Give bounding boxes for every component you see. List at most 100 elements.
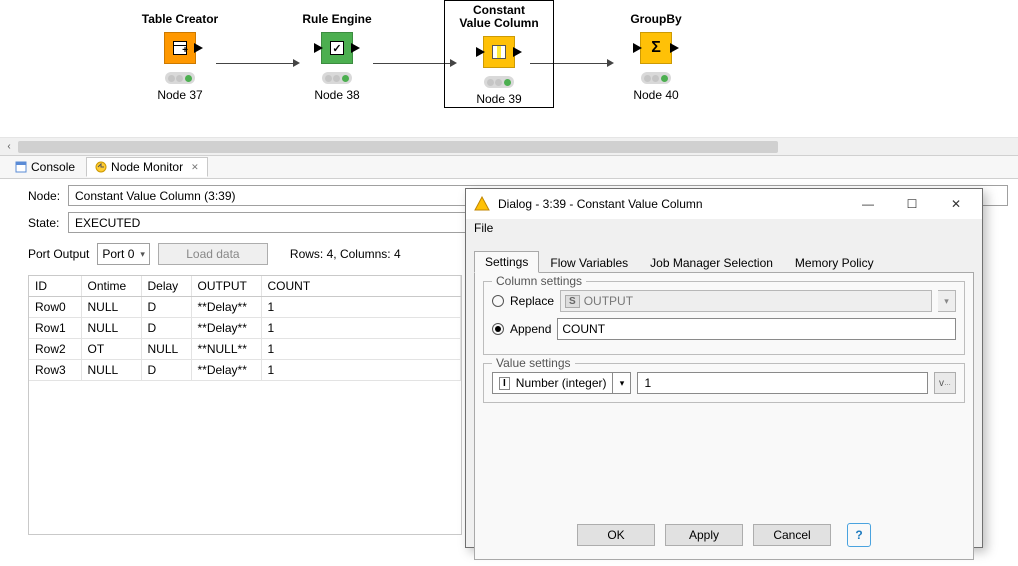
output-port[interactable] xyxy=(670,43,679,53)
table-row[interactable]: Row1NULLD**Delay**1 xyxy=(29,318,461,339)
append-label: Append xyxy=(510,322,551,336)
help-button[interactable]: ? xyxy=(847,523,871,547)
column-header[interactable]: Delay xyxy=(141,276,191,297)
table-cell: 1 xyxy=(261,297,461,318)
dialog-window: Dialog - 3:39 - Constant Value Column — … xyxy=(465,188,983,548)
dialog-menu-bar: File xyxy=(466,219,982,241)
maximize-button[interactable]: ☐ xyxy=(894,193,930,215)
column-header[interactable]: Ontime xyxy=(81,276,141,297)
append-radio[interactable] xyxy=(492,323,504,335)
scrollbar-thumb[interactable] xyxy=(18,141,778,153)
node-table-creator[interactable]: Table Creator + Node 37 xyxy=(120,12,240,102)
table-cell: **Delay** xyxy=(191,297,261,318)
node-rule-engine[interactable]: Rule Engine ✓ Node 38 xyxy=(277,12,397,102)
dialog-tab-bar: Settings Flow Variables Job Manager Sele… xyxy=(474,249,974,273)
node-id: Node 38 xyxy=(277,88,397,102)
table-row[interactable]: Row0NULLD**Delay**1 xyxy=(29,297,461,318)
table-cell: D xyxy=(141,297,191,318)
tab-flow-variables[interactable]: Flow Variables xyxy=(539,252,639,273)
tab-memory-policy[interactable]: Memory Policy xyxy=(784,252,885,273)
apply-button[interactable]: Apply xyxy=(665,524,743,546)
sigma-icon: Σ xyxy=(651,39,661,57)
output-port[interactable] xyxy=(513,47,522,57)
tab-job-manager[interactable]: Job Manager Selection xyxy=(639,252,784,273)
value-input[interactable]: 1 xyxy=(637,372,928,394)
output-port[interactable] xyxy=(351,43,360,53)
input-port[interactable] xyxy=(476,47,485,57)
integer-type-icon: I xyxy=(499,377,510,390)
tab-label: Console xyxy=(31,160,75,174)
table-cell: **Delay** xyxy=(191,360,261,381)
dialog-titlebar[interactable]: Dialog - 3:39 - Constant Value Column — … xyxy=(466,189,982,219)
fieldset-legend: Value settings xyxy=(492,356,575,370)
node-title: GroupBy xyxy=(596,12,716,26)
load-data-button[interactable]: Load data xyxy=(158,243,268,265)
table-row[interactable]: Row3NULLD**Delay**1 xyxy=(29,360,461,381)
input-port[interactable] xyxy=(314,43,323,53)
column-header[interactable]: COUNT xyxy=(261,276,461,297)
node-id: Node 37 xyxy=(120,88,240,102)
node-title: Constant Value Column xyxy=(439,4,559,30)
column-header[interactable]: OUTPUT xyxy=(191,276,261,297)
table-cell: OT xyxy=(81,339,141,360)
cancel-button[interactable]: Cancel xyxy=(753,524,831,546)
check-icon: ✓ xyxy=(330,41,344,55)
monitor-icon xyxy=(95,161,107,173)
table-cell: D xyxy=(141,360,191,381)
table-cell: NULL xyxy=(81,360,141,381)
replace-radio[interactable] xyxy=(492,295,504,307)
output-port[interactable] xyxy=(194,43,203,53)
node-id: Node 39 xyxy=(439,92,559,106)
node-groupby[interactable]: GroupBy Σ Node 40 xyxy=(596,12,716,102)
table-cell: Row0 xyxy=(29,297,81,318)
chevron-left-icon[interactable]: ‹ xyxy=(0,141,18,152)
close-icon[interactable]: ✕ xyxy=(191,162,199,173)
table-cell: 1 xyxy=(261,318,461,339)
input-port[interactable] xyxy=(633,43,642,53)
append-column-field[interactable]: COUNT xyxy=(557,318,956,340)
menu-file[interactable]: File xyxy=(474,221,493,235)
tab-console[interactable]: Console xyxy=(6,157,84,177)
horizontal-scrollbar[interactable]: ‹ xyxy=(0,137,1018,155)
minimize-button[interactable]: — xyxy=(850,193,886,215)
table-cell: Row1 xyxy=(29,318,81,339)
settings-pane: Column settings Replace S OUTPUT ▾ Appen… xyxy=(474,273,974,560)
table-cell: NULL xyxy=(81,318,141,339)
flow-variable-button[interactable]: v… xyxy=(934,372,956,394)
state-field: EXECUTED xyxy=(68,212,488,233)
table-cell: 1 xyxy=(261,360,461,381)
output-table[interactable]: ID Ontime Delay OUTPUT COUNT Row0NULLD**… xyxy=(28,275,462,535)
node-icon: + xyxy=(164,32,196,64)
traffic-light-icon xyxy=(322,72,352,84)
table-cell: **Delay** xyxy=(191,318,261,339)
tab-settings[interactable]: Settings xyxy=(474,251,539,273)
chevron-down-icon[interactable]: ▾ xyxy=(938,290,956,312)
dialog-title: Dialog - 3:39 - Constant Value Column xyxy=(498,197,842,211)
close-button[interactable]: ✕ xyxy=(938,193,974,215)
string-type-icon: S xyxy=(565,295,580,308)
view-tab-bar: Console Node Monitor ✕ xyxy=(0,155,1018,179)
column-icon xyxy=(492,45,506,59)
column-header[interactable]: ID xyxy=(29,276,81,297)
app-icon xyxy=(474,196,490,212)
ok-button[interactable]: OK xyxy=(577,524,655,546)
table-cell: NULL xyxy=(81,297,141,318)
replace-label: Replace xyxy=(510,294,554,308)
node-label: Node: xyxy=(28,189,68,203)
value-settings-group: Value settings I Number (integer) ▾ 1 v… xyxy=(483,363,965,403)
node-title: Table Creator xyxy=(120,12,240,26)
tab-node-monitor[interactable]: Node Monitor ✕ xyxy=(86,157,208,177)
traffic-light-icon xyxy=(165,72,195,84)
node-icon xyxy=(483,36,515,68)
table-cell: **NULL** xyxy=(191,339,261,360)
value-type-select[interactable]: I Number (integer) ▾ xyxy=(492,372,631,394)
node-constant-value-column[interactable]: Constant Value Column Node 39 xyxy=(439,4,559,106)
node-title: Rule Engine xyxy=(277,12,397,26)
workflow-canvas[interactable]: Table Creator + Node 37 Rule Engine ✓ No… xyxy=(0,0,1018,155)
chevron-down-icon: ▾ xyxy=(613,372,631,394)
column-settings-group: Column settings Replace S OUTPUT ▾ Appen… xyxy=(483,281,965,355)
table-row[interactable]: Row2OTNULL**NULL**1 xyxy=(29,339,461,360)
port-select[interactable]: Port 0▾ xyxy=(97,243,150,265)
node-id: Node 40 xyxy=(596,88,716,102)
rows-columns-text: Rows: 4, Columns: 4 xyxy=(290,247,401,261)
